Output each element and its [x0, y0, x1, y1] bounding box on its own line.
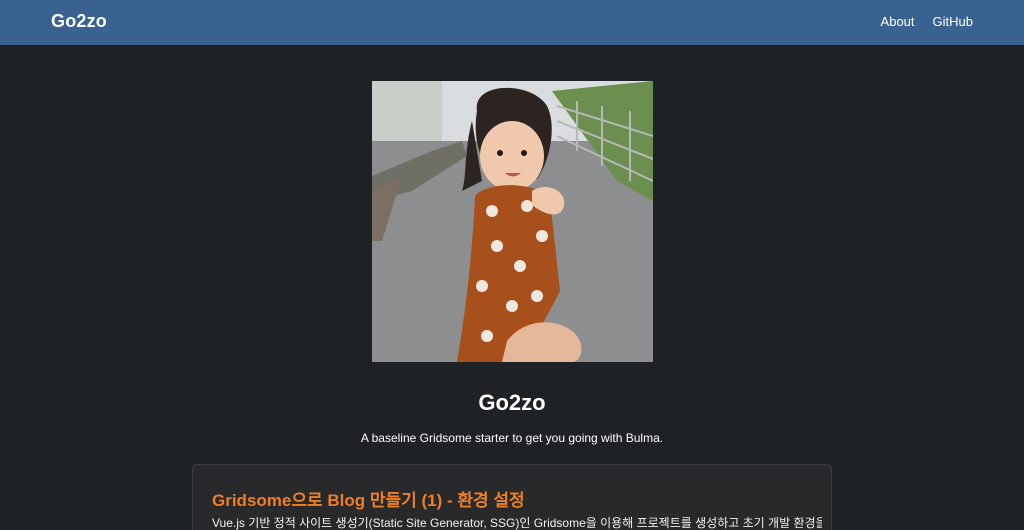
profile-photo [372, 81, 653, 362]
site-title: Go2zo [478, 390, 546, 415]
site-description: A baseline Gridsome starter to get you g… [360, 431, 664, 445]
navbar: Go2zo About GitHub [0, 0, 1024, 45]
profile-photo-illustration [372, 81, 653, 362]
nav-link-about[interactable]: About [881, 14, 915, 29]
post-excerpt: Vue.js 기반 정적 사이트 생성기(Static Site Generat… [212, 516, 822, 530]
post-title-link[interactable]: Gridsome으로 Blog 만들기 (1) - 환경 설정 [212, 486, 525, 511]
post-card[interactable]: Gridsome으로 Blog 만들기 (1) - 환경 설정 Vue.js 기… [192, 464, 832, 530]
nav-link-github[interactable]: GitHub [933, 14, 973, 29]
nav-links: About GitHub [881, 14, 973, 29]
brand-link[interactable]: Go2zo [51, 11, 107, 32]
